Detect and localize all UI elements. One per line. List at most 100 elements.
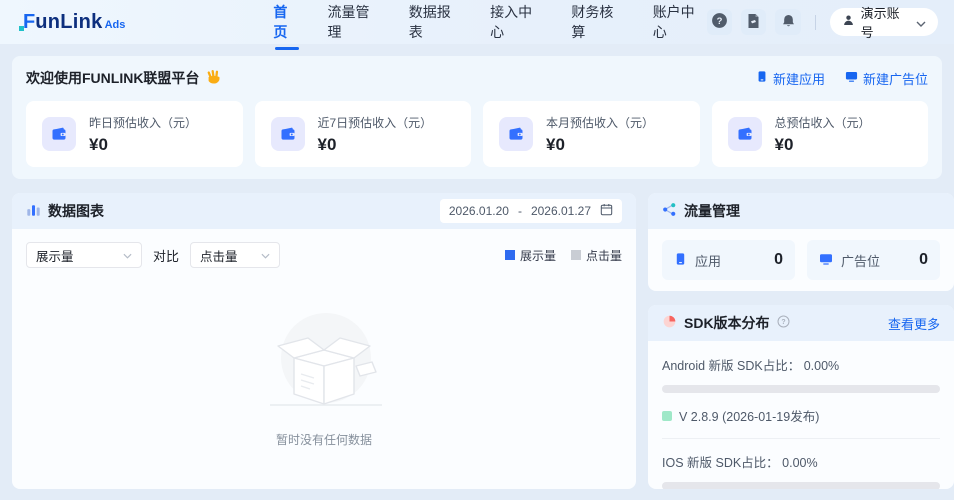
sdk-ios-percent: 0.00% [782, 456, 817, 470]
right-column: 流量管理 应用 0 广告位 0 [648, 193, 954, 489]
sdk-android-label-text: Android 新版 SDK占比： [662, 359, 800, 373]
adslots-count-card[interactable]: 广告位 0 [807, 240, 940, 280]
sdk-panel-header: SDK版本分布 ? 查看更多 [648, 305, 954, 341]
nav-item-home[interactable]: 首页 [273, 0, 300, 55]
chart-panel-title: 数据图表 [48, 201, 104, 221]
chart-legend: 展示量 点击量 [505, 247, 622, 264]
wallet-icon [499, 117, 533, 151]
chart-empty-state: 暂时没有任何数据 [12, 306, 636, 448]
stat-label: 近7日预估收入（元） [318, 114, 433, 131]
chart-icon [26, 202, 41, 220]
traffic-panel-title: 流量管理 [684, 201, 740, 221]
date-separator: - [518, 204, 522, 218]
date-range-picker[interactable]: 2026.01.20 - 2026.01.27 [440, 199, 622, 223]
wallet-icon [728, 117, 762, 151]
compare-label: 对比 [153, 246, 179, 265]
chart-panel: 数据图表 2026.01.20 - 2026.01.27 展示量 对比 点击量 [12, 193, 636, 489]
stat-label: 本月预估收入（元） [546, 114, 654, 131]
welcome-title: 欢迎使用FUNLINK联盟平台 [26, 68, 222, 88]
new-app-label: 新建应用 [773, 69, 825, 88]
wallet-icon [271, 117, 305, 151]
help-icon: ? [711, 12, 728, 32]
empty-state-text: 暂时没有任何数据 [276, 431, 372, 448]
nav-item-account[interactable]: 账户中心 [653, 0, 707, 55]
question-circle-icon[interactable]: ? [777, 315, 790, 331]
legend-item-clicks[interactable]: 点击量 [571, 247, 622, 264]
logo-suffix: Ads [105, 19, 126, 31]
welcome-section: 欢迎使用FUNLINK联盟平台 新建应用 新建广告位 [12, 56, 942, 179]
sdk-ios-label: IOS 新版 SDK占比： 0.00% [662, 452, 940, 471]
sdk-divider [662, 438, 940, 439]
navbar-right: ? 演示账号 [707, 8, 938, 36]
apps-count-card[interactable]: 应用 0 [662, 240, 795, 280]
metric-select[interactable]: 展示量 [26, 242, 142, 268]
legend-swatch-gray [571, 250, 581, 260]
sdk-group-android: Android 新版 SDK占比： 0.00% V 2.8.9 (2026-01… [662, 355, 940, 425]
date-end: 2026.01.27 [531, 204, 591, 218]
chart-controls: 展示量 对比 点击量 展示量 点击量 [12, 229, 636, 268]
adslots-count: 0 [919, 251, 928, 269]
nav-item-integration[interactable]: 接入中心 [490, 0, 544, 55]
chevron-down-icon [916, 15, 926, 30]
account-name: 演示账号 [861, 3, 910, 41]
stat-value: ¥0 [775, 135, 871, 155]
user-icon [842, 14, 855, 30]
stat-cards: 昨日预估收入（元） ¥0 近7日预估收入（元） ¥0 本月预估收入（元） ¥0 [26, 101, 928, 167]
metric-select-value: 展示量 [36, 246, 74, 265]
svg-text:?: ? [717, 16, 723, 27]
docs-button[interactable] [741, 9, 766, 35]
stat-label: 昨日预估收入（元） [89, 114, 197, 131]
sdk-android-version: V 2.8.9 (2026-01-19发布) [662, 406, 940, 425]
stat-value: ¥0 [89, 135, 197, 155]
logo-text-f: F [20, 11, 35, 34]
new-adslot-button[interactable]: 新建广告位 [845, 69, 928, 88]
sdk-android-progress [662, 385, 940, 393]
traffic-icon [662, 202, 677, 220]
view-more-link[interactable]: 查看更多 [888, 314, 940, 333]
nav-item-reports[interactable]: 数据报表 [409, 0, 463, 55]
svg-text:?: ? [781, 319, 785, 326]
stat-card-yesterday: 昨日预估收入（元） ¥0 [26, 101, 243, 167]
apps-count: 0 [774, 251, 783, 269]
app-icon [674, 252, 687, 269]
stat-card-month: 本月预估收入（元） ¥0 [483, 101, 700, 167]
legend-swatch-blue [505, 250, 515, 260]
sdk-panel: SDK版本分布 ? 查看更多 Android 新版 SDK占比： 0.00% V… [648, 305, 954, 489]
apps-label: 应用 [695, 251, 721, 270]
sdk-panel-title: SDK版本分布 [684, 313, 770, 333]
date-start: 2026.01.20 [449, 204, 509, 218]
empty-box-illustration [258, 306, 390, 425]
notifications-button[interactable] [775, 9, 800, 35]
app-icon [756, 70, 768, 86]
welcome-title-text: 欢迎使用FUNLINK联盟平台 [26, 68, 199, 88]
new-app-button[interactable]: 新建应用 [756, 69, 825, 88]
legend-label: 展示量 [520, 247, 556, 264]
new-adslot-label: 新建广告位 [863, 69, 928, 88]
brand-logo[interactable]: FunLinkAds [20, 11, 125, 34]
traffic-panel-header: 流量管理 [648, 193, 954, 229]
nav-item-traffic[interactable]: 流量管理 [328, 0, 382, 55]
sdk-group-ios: IOS 新版 SDK占比： 0.00% V 2.8.9 (2026-01-20发… [662, 452, 940, 489]
nav-item-finance[interactable]: 财务核算 [571, 0, 625, 55]
traffic-panel: 流量管理 应用 0 广告位 0 [648, 193, 954, 291]
stat-value: ¥0 [318, 135, 433, 155]
ad-slot-icon [845, 70, 858, 86]
stat-card-total: 总预估收入（元） ¥0 [712, 101, 929, 167]
stat-value: ¥0 [546, 135, 654, 155]
chart-panel-header: 数据图表 2026.01.20 - 2026.01.27 [12, 193, 636, 229]
adslots-label: 广告位 [841, 251, 880, 270]
account-menu[interactable]: 演示账号 [830, 8, 938, 36]
calendar-icon [600, 203, 613, 219]
help-button[interactable]: ? [707, 9, 732, 35]
version-swatch [662, 411, 672, 421]
logo-text: unLink [35, 11, 102, 34]
legend-item-impressions[interactable]: 展示量 [505, 247, 556, 264]
wallet-icon [42, 117, 76, 151]
compare-select[interactable]: 点击量 [190, 242, 280, 268]
legend-label: 点击量 [586, 247, 622, 264]
compare-select-value: 点击量 [200, 246, 238, 265]
sdk-android-label: Android 新版 SDK占比： 0.00% [662, 355, 940, 374]
ad-slot-icon [819, 252, 833, 269]
chevron-down-icon [261, 248, 270, 262]
sdk-android-version-text: V 2.8.9 (2026-01-19发布) [679, 406, 819, 425]
